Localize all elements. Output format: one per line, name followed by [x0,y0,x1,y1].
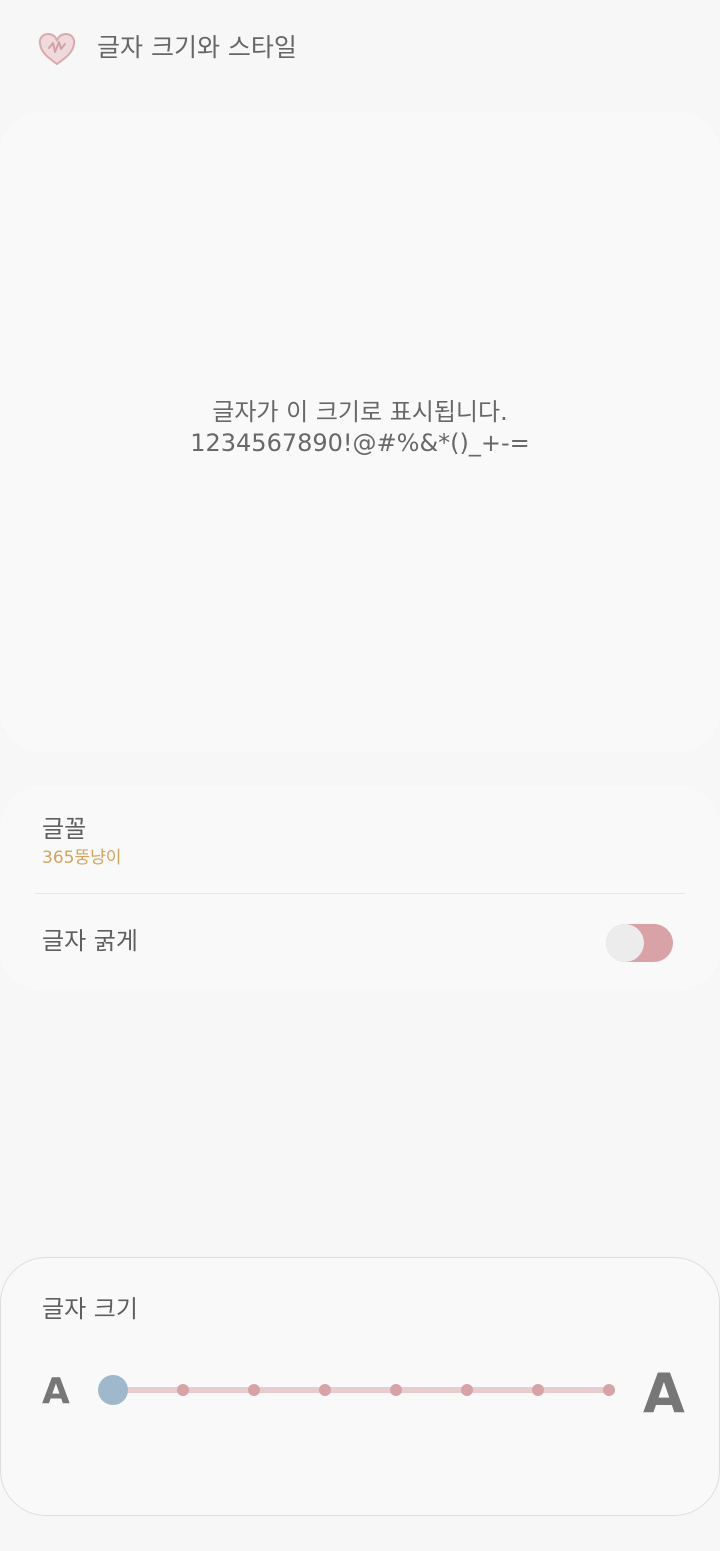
font-value: 365뚱냥이 [42,848,122,868]
size-tick-4[interactable] [319,1384,331,1396]
preview-line-2: 1234567890!@#%&*()_+-= [190,429,530,457]
text-preview-card: 글자가 이 크기로 표시됩니다. 1234567890!@#%&*()_+-= [0,112,720,752]
size-tick-2[interactable] [177,1384,189,1396]
size-tick-7[interactable] [532,1384,544,1396]
bold-toggle[interactable] [606,924,673,962]
text-size-title: 글자 크기 [42,1295,138,1323]
app-header: 글자 크기와 스타일 [0,0,720,100]
size-tick-8[interactable] [603,1384,615,1396]
small-size-label: A [42,1371,70,1412]
size-tick-5[interactable] [390,1384,402,1396]
font-label: 글꼴 [42,815,87,843]
preview-text: 글자가 이 크기로 표시됩니다. 1234567890!@#%&*()_+-= [0,397,720,459]
font-settings-card: 글꼴 365뚱냥이 글자 굵게 [0,786,720,991]
font-setting-row[interactable]: 글꼴 365뚱냥이 [0,786,720,893]
bold-label: 글자 굵게 [42,927,138,955]
page-title: 글자 크기와 스타일 [97,33,297,62]
size-tick-3[interactable] [248,1384,260,1396]
preview-line-1: 글자가 이 크기로 표시됩니다. [212,398,508,426]
toggle-thumb [606,924,644,962]
size-slider-thumb[interactable] [98,1375,128,1405]
size-tick-6[interactable] [461,1384,473,1396]
bold-setting-row[interactable]: 글자 굵게 [0,894,720,990]
text-size-card: 글자 크기 A A [0,1257,720,1516]
heart-icon[interactable] [36,30,78,68]
large-size-label: A [643,1362,685,1425]
